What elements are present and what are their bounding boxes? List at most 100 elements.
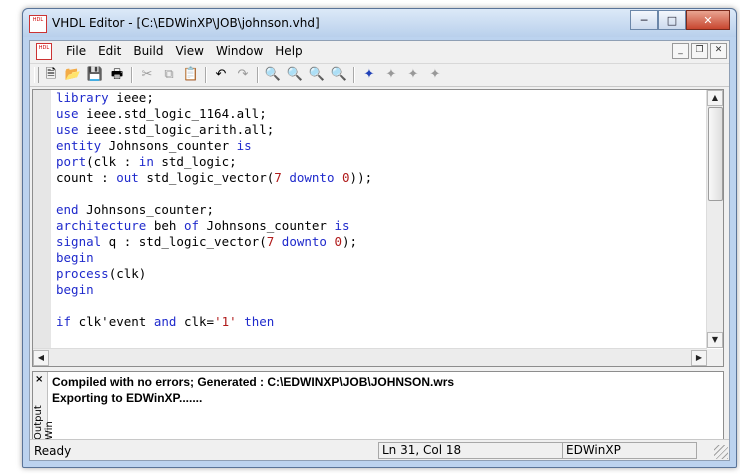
code-line: use ieee.std_logic_arith.all; [56, 122, 706, 138]
cursor-position: Ln 31, Col 18 [378, 442, 563, 459]
scroll-up-icon[interactable]: ▲ [707, 90, 723, 106]
code-keyword: signal [56, 234, 102, 249]
new-icon[interactable]: 🗎 [40, 66, 62, 84]
code-keyword: use [56, 106, 79, 121]
code-line: architecture beh of Johnsons_counter is [56, 218, 706, 234]
open-icon[interactable]: 📂 [62, 66, 84, 84]
code-line: begin [56, 282, 706, 298]
title-bar[interactable]: HDL VHDL Editor - [C:\EDWinXP\JOB\johnso… [23, 9, 736, 37]
paste-icon[interactable]: 📋 [180, 66, 202, 84]
code-keyword: if [56, 314, 72, 329]
replace-icon[interactable]: 🔍 [306, 66, 328, 84]
code-line: library ieee; [56, 90, 706, 106]
minimize-button[interactable]: ─ [630, 10, 658, 30]
code-text: ieee.std_logic_1164.all; [78, 106, 267, 121]
hdl-file-icon: HDL [29, 15, 47, 33]
code-text: std_logic; [153, 154, 237, 169]
menu-view[interactable]: View [169, 44, 209, 58]
menu-file[interactable]: File [60, 44, 92, 58]
horizontal-scrollbar[interactable]: ◀ ▶ [33, 348, 707, 366]
menu-edit[interactable]: Edit [92, 44, 127, 58]
code-text: (clk : [86, 154, 139, 169]
code-keyword: entity [56, 138, 102, 153]
menu-help[interactable]: Help [269, 44, 308, 58]
menu-window[interactable]: Window [210, 44, 269, 58]
client-area: HDL File Edit Build View Window Help _ ❐… [29, 40, 730, 461]
scroll-down-icon[interactable]: ▼ [707, 332, 723, 348]
output-text: Compiled with no errors; Generated : C:\… [52, 374, 454, 406]
code-editor[interactable]: library ieee; use ieee.std_logic_1164.all… [32, 89, 724, 367]
code-text: beh [146, 218, 184, 233]
code-text: (clk) [108, 266, 147, 281]
menu-build[interactable]: Build [127, 44, 169, 58]
doc-minimize-button[interactable]: _ [672, 43, 689, 59]
status-bar: Ready Ln 31, Col 18 EDWinXP [30, 439, 729, 460]
output-title: Output Win [33, 405, 55, 440]
toolbar-separator [205, 67, 207, 83]
code-literal: '1' [214, 314, 237, 329]
code-text: )); [349, 170, 373, 185]
code-text: count : [56, 170, 117, 185]
scroll-left-icon[interactable]: ◀ [33, 350, 49, 366]
code-text: clk'event [71, 314, 154, 329]
code-text: clk= [176, 314, 215, 329]
code-keyword: then [244, 314, 275, 329]
scroll-right-icon[interactable]: ▶ [691, 350, 707, 366]
find-all-icon[interactable]: 🔍 [328, 66, 350, 84]
undo-icon[interactable]: ↶ [210, 66, 232, 84]
code-keyword: begin [56, 282, 94, 297]
resize-grip[interactable] [714, 445, 728, 459]
code-literal: 0 [342, 170, 350, 185]
doc-close-button[interactable]: ✕ [710, 43, 727, 59]
vertical-scroll-thumb[interactable] [708, 107, 723, 201]
bookmark-toggle-icon[interactable]: ✦ [358, 66, 380, 84]
toolbar-separator [353, 67, 355, 83]
output-sidebar: × Output Win [33, 372, 55, 442]
bookmark-next-icon[interactable]: ✦ [380, 66, 402, 84]
document-icon[interactable]: HDL [36, 43, 52, 60]
code-literal: 0 [334, 234, 343, 249]
toolbar-separator [131, 67, 133, 83]
code-keyword: downto [289, 170, 335, 185]
code-keyword: in [138, 154, 154, 169]
code-keyword: is [236, 138, 252, 153]
doc-restore-button[interactable]: ❐ [691, 43, 708, 59]
bookmark-clear-icon[interactable]: ✦ [424, 66, 446, 84]
maximize-button[interactable]: □ [658, 10, 686, 30]
code-keyword: and [153, 314, 177, 329]
copy-icon[interactable]: ⧉ [158, 66, 180, 84]
toolbar-grip[interactable] [34, 67, 39, 83]
code-text: ); [342, 234, 358, 249]
find-next-icon[interactable]: 🔍 [284, 66, 306, 84]
code-line: use ieee.std_logic_1164.all; [56, 106, 706, 122]
toolbar: 🗎 📂 💾 🖶 ✂ ⧉ 📋 ↶ ↷ 🔍 🔍 🔍 🔍 ✦ ✦ ✦ ✦ [30, 63, 729, 87]
code-area[interactable]: library ieee; use ieee.std_logic_1164.all… [56, 90, 706, 348]
bookmark-prev-icon[interactable]: ✦ [402, 66, 424, 84]
code-line: begin [56, 250, 706, 266]
code-keyword: begin [56, 250, 94, 265]
code-text: ieee.std_logic_arith.all; [78, 122, 275, 137]
status-app-name: EDWinXP [562, 442, 697, 459]
print-icon[interactable]: 🖶 [106, 66, 128, 84]
output-close-icon[interactable]: × [35, 374, 43, 385]
code-keyword: downto [281, 234, 327, 249]
output-line: Compiled with no errors; Generated : C:\… [52, 375, 455, 389]
menu-bar: HDL File Edit Build View Window Help _ ❐… [30, 41, 729, 61]
code-keyword: port [56, 154, 87, 169]
code-keyword: library [56, 90, 109, 105]
redo-icon[interactable]: ↷ [232, 66, 254, 84]
close-button[interactable]: ✕ [686, 10, 730, 30]
vertical-scrollbar[interactable]: ▲ ▼ [706, 90, 723, 348]
code-text: Johnsons_counter [199, 218, 335, 233]
code-keyword: architecture [56, 218, 147, 233]
code-text: Johnsons_counter; [78, 202, 215, 217]
cut-icon[interactable]: ✂ [136, 66, 158, 84]
find-icon[interactable]: 🔍 [262, 66, 284, 84]
app-window: HDL VHDL Editor - [C:\EDWinXP\JOB\johnso… [22, 8, 737, 468]
code-keyword: of [183, 218, 200, 233]
code-text: ieee; [108, 90, 154, 105]
code-line: signal q : std_logic_vector(7 downto 0); [56, 234, 706, 250]
save-icon[interactable]: 💾 [84, 66, 106, 84]
